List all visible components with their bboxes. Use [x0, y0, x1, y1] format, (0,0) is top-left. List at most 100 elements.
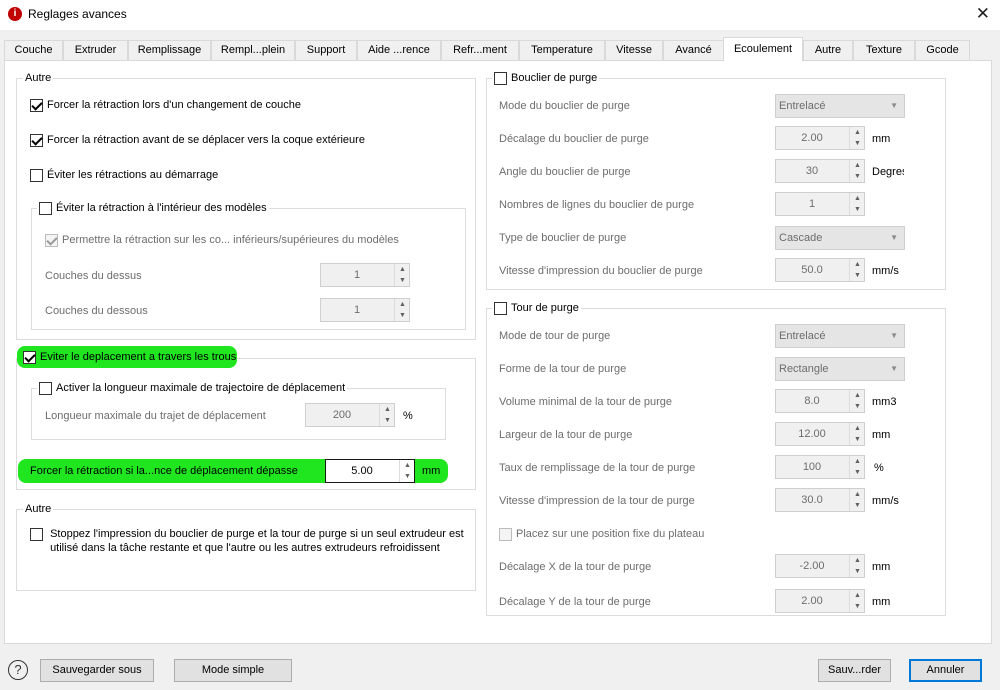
force-layer-change-row[interactable]: Forcer la rétraction lors d'un changemen…	[30, 98, 301, 112]
bottom-layers-value: 1	[353, 304, 361, 316]
bottom-layers-spinbox[interactable]: 1 ▲ ▼	[320, 298, 410, 322]
tower-offset-x-spinbox[interactable]: -2.00 ▲ ▼	[775, 554, 865, 578]
top-layers-spinbox[interactable]: 1 ▲ ▼	[320, 263, 410, 287]
purge-tower-title[interactable]: Tour de purge	[492, 301, 581, 315]
max-length-title[interactable]: Activer la longueur maximale de trajecto…	[37, 381, 348, 395]
max-length-spinbox[interactable]: 200 ▲ ▼	[305, 403, 395, 427]
tab-remplissage[interactable]: Remplissage	[128, 40, 211, 61]
shield-type-select[interactable]: Cascade ▼	[775, 226, 905, 250]
spin-up-icon[interactable]: ▲	[395, 299, 410, 310]
tab-avance[interactable]: Avancé	[663, 40, 724, 61]
shield-mode-select[interactable]: Entrelacé ▼	[775, 94, 905, 118]
spin-down-icon[interactable]: ▼	[850, 601, 865, 612]
simple-mode-button[interactable]: Mode simple	[174, 659, 292, 682]
stop-shield-checkbox[interactable]	[30, 528, 43, 541]
spin-down-icon[interactable]: ▼	[850, 566, 865, 577]
tab-autre[interactable]: Autre	[803, 40, 853, 61]
spin-up-icon[interactable]: ▲	[395, 264, 410, 275]
spin-up-icon[interactable]: ▲	[400, 460, 415, 471]
spin-down-icon[interactable]: ▼	[850, 171, 865, 182]
allow-top-bottom-row[interactable]: Permettre la rétraction sur les co... in…	[45, 233, 399, 247]
purge-tower-checkbox[interactable]	[494, 301, 507, 315]
shield-lines-label: Nombres de lignes du bouclier de purge	[499, 199, 695, 211]
shield-speed-spinbox[interactable]: 50.0 ▲ ▼	[775, 258, 865, 282]
tower-volume-value: 8.0	[804, 395, 820, 407]
shield-angle-label: Angle du bouclier de purge	[499, 166, 631, 178]
max-length-value: 200	[332, 409, 352, 421]
spin-up-icon[interactable]: ▲	[850, 456, 865, 467]
tower-width-label: Largeur de la tour de purge	[499, 429, 633, 441]
tab-support[interactable]: Support	[295, 40, 357, 61]
max-length-checkbox[interactable]	[39, 381, 52, 395]
tower-shape-select[interactable]: Rectangle ▼	[775, 357, 905, 381]
tower-speed-value: 30.0	[801, 494, 823, 506]
fixed-pos-row[interactable]: Placez sur une position fixe du plateau	[499, 527, 704, 541]
save-button[interactable]: Sauv...rder	[818, 659, 891, 682]
spin-down-icon[interactable]: ▼	[850, 138, 865, 149]
tab-temperature[interactable]: Temperature	[519, 40, 605, 61]
tab-extruder[interactable]: Extruder	[63, 40, 128, 61]
purge-shield-checkbox[interactable]	[494, 71, 507, 85]
tower-fill-spinbox[interactable]: 100 ▲ ▼	[775, 455, 865, 479]
spin-down-icon[interactable]: ▼	[400, 471, 415, 482]
spin-up-icon[interactable]: ▲	[850, 555, 865, 566]
shield-offset-spinbox[interactable]: 2.00 ▲ ▼	[775, 126, 865, 150]
save-as-button[interactable]: Sauvegarder sous	[40, 659, 154, 682]
spin-down-icon[interactable]: ▼	[850, 434, 865, 445]
allow-top-bottom-checkbox[interactable]	[45, 233, 58, 247]
spin-up-icon[interactable]: ▲	[850, 390, 865, 401]
tower-speed-spinbox[interactable]: 30.0 ▲ ▼	[775, 488, 865, 512]
force-outer-shell-row[interactable]: Forcer la rétraction avant de se déplace…	[30, 133, 365, 147]
shield-angle-spinbox[interactable]: 30 ▲ ▼	[775, 159, 865, 183]
tab-ecoulement[interactable]: Ecoulement	[723, 37, 803, 62]
spin-up-icon[interactable]: ▲	[850, 590, 865, 601]
avoid-inside-checkbox[interactable]	[39, 201, 52, 215]
spin-down-icon[interactable]: ▼	[380, 415, 395, 426]
tab-gcode[interactable]: Gcode	[915, 40, 970, 61]
tab-texture[interactable]: Texture	[853, 40, 915, 61]
help-icon[interactable]: ?	[8, 660, 28, 680]
tower-offset-y-spinbox[interactable]: 2.00 ▲ ▼	[775, 589, 865, 613]
tower-fill-value: 100	[802, 461, 822, 473]
force-layer-change-checkbox[interactable]	[30, 98, 43, 112]
avoid-holes-checkbox[interactable]	[23, 350, 36, 364]
spin-up-icon[interactable]: ▲	[380, 404, 395, 415]
stop-shield-row[interactable]: Stoppez l'impression du bouclier de purg…	[30, 527, 464, 555]
tab-couche[interactable]: Couche	[4, 40, 63, 61]
tower-offset-y-unit: mm	[872, 596, 891, 608]
spin-down-icon[interactable]: ▼	[850, 401, 865, 412]
spin-down-icon[interactable]: ▼	[850, 467, 865, 478]
cancel-button[interactable]: Annuler	[909, 659, 982, 682]
avoid-inside-title[interactable]: Éviter la rétraction à l'intérieur des m…	[37, 201, 269, 215]
spin-up-icon[interactable]: ▲	[850, 423, 865, 434]
spin-up-icon[interactable]: ▲	[850, 259, 865, 270]
shield-lines-spinbox[interactable]: 1 ▲ ▼	[775, 192, 865, 216]
purge-tower-label: Tour de purge	[511, 302, 579, 314]
tab-vitesse[interactable]: Vitesse	[605, 40, 663, 61]
tab-refroidissement[interactable]: Refr...ment	[441, 40, 519, 61]
spin-down-icon[interactable]: ▼	[850, 204, 865, 215]
force-outer-shell-checkbox[interactable]	[30, 133, 43, 147]
tower-offset-x-value: -2.00	[799, 560, 825, 572]
tower-volume-spinbox[interactable]: 8.0 ▲ ▼	[775, 389, 865, 413]
tab-aide-adherence[interactable]: Aide ...rence	[357, 40, 441, 61]
purge-shield-title[interactable]: Bouclier de purge	[492, 71, 600, 85]
spin-down-icon[interactable]: ▼	[395, 275, 410, 286]
tower-mode-select[interactable]: Entrelacé ▼	[775, 324, 905, 348]
tab-remplissage-plein[interactable]: Rempl...plein	[211, 40, 295, 61]
spin-down-icon[interactable]: ▼	[850, 270, 865, 281]
avoid-holes-row[interactable]: Eviter le deplacement a travers les trou…	[23, 350, 236, 364]
spin-up-icon[interactable]: ▲	[850, 160, 865, 171]
fixed-pos-checkbox[interactable]	[499, 527, 512, 541]
avoid-start-checkbox[interactable]	[30, 168, 43, 182]
spin-up-icon[interactable]: ▲	[850, 489, 865, 500]
force-retract-spinbox[interactable]: 5.00 ▲ ▼	[325, 459, 415, 483]
shield-mode-value: Entrelacé	[779, 100, 826, 112]
avoid-start-row[interactable]: Éviter les rétractions au démarrage	[30, 168, 218, 182]
spin-up-icon[interactable]: ▲	[850, 127, 865, 138]
spin-down-icon[interactable]: ▼	[850, 500, 865, 511]
tower-width-spinbox[interactable]: 12.00 ▲ ▼	[775, 422, 865, 446]
spin-down-icon[interactable]: ▼	[395, 310, 410, 321]
spin-up-icon[interactable]: ▲	[850, 193, 865, 204]
close-icon[interactable]: ✕	[976, 4, 990, 24]
